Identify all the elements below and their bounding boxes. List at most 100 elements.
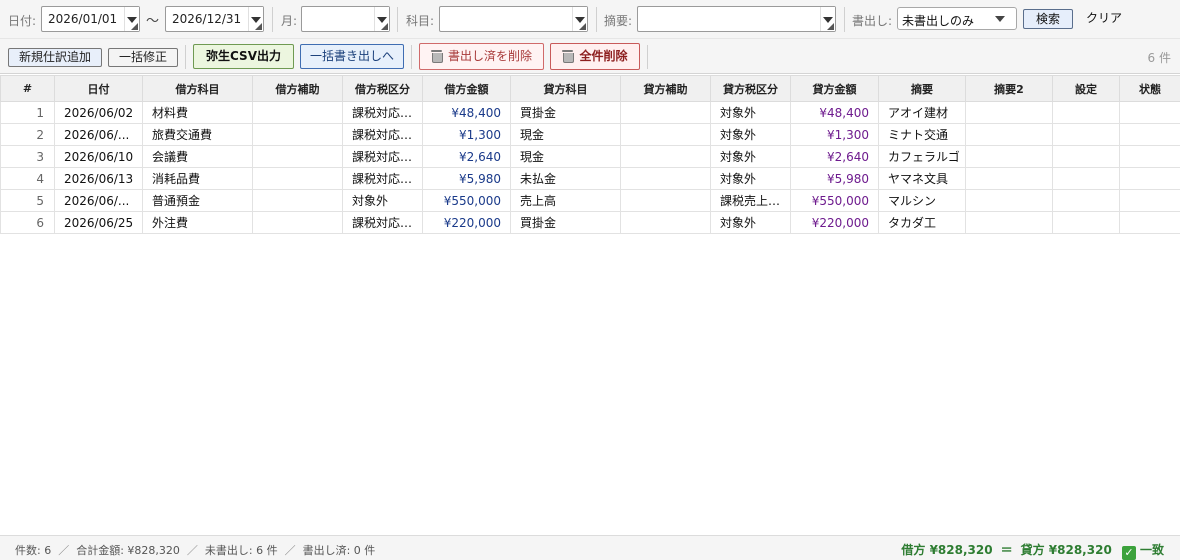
table-cell[interactable]: 1	[0, 101, 55, 124]
date-from-input[interactable]: 2026/01/01	[41, 6, 140, 32]
table-cell[interactable]: 消耗品費	[142, 167, 253, 190]
table-cell[interactable]	[252, 211, 343, 234]
table-cell[interactable]	[965, 101, 1053, 124]
table-row[interactable]: 5 2026/06/... 普通預金 対象外 ¥550,000 売上高 課税売上… ¥550,…	[0, 189, 1180, 212]
column-header[interactable]: 借方税区分	[342, 75, 423, 102]
table-cell[interactable]: 現金	[510, 123, 621, 146]
table-cell[interactable]: ¥5,980	[422, 167, 511, 190]
table-row[interactable]: 2 2026/06/... 旅費交通費 課税対応… ¥1,300 現金 対象外 ¥1,300 ミ…	[0, 123, 1180, 146]
table-cell[interactable]: アオイ建材	[878, 101, 966, 124]
table-cell[interactable]: ¥1,300	[422, 123, 511, 146]
column-header[interactable]: 日付	[54, 75, 143, 102]
table-cell[interactable]	[620, 189, 711, 212]
clear-button[interactable]: クリア	[1079, 9, 1129, 29]
table-cell[interactable]: 2	[0, 123, 55, 146]
table-cell[interactable]	[1052, 189, 1120, 212]
dropdown-icon[interactable]	[374, 7, 389, 31]
table-cell[interactable]: マルシン	[878, 189, 966, 212]
date-to-input[interactable]: 2026/12/31	[165, 6, 264, 32]
column-header[interactable]: 設定	[1052, 75, 1120, 102]
yayoi-csv-export-button[interactable]: 弥生CSV出力	[193, 44, 294, 69]
table-cell[interactable]	[620, 123, 711, 146]
column-header[interactable]: 状態	[1119, 75, 1180, 102]
table-cell[interactable]	[252, 189, 343, 212]
calendar-dropdown-icon[interactable]	[124, 7, 139, 31]
bulk-export-button[interactable]: 一括書き出しへ	[300, 44, 404, 69]
table-cell[interactable]: ¥48,400	[790, 101, 879, 124]
table-cell[interactable]: 4	[0, 167, 55, 190]
account-select[interactable]	[439, 6, 588, 32]
table-cell[interactable]: 買掛金	[510, 211, 621, 234]
table-cell[interactable]: 買掛金	[510, 101, 621, 124]
table-cell[interactable]: 6	[0, 211, 55, 234]
export-status-select[interactable]: 未書出しのみ	[897, 7, 1017, 30]
table-cell[interactable]: カフェラルゴ	[878, 145, 966, 168]
column-header[interactable]: 摘要	[878, 75, 966, 102]
column-header[interactable]: 貸方科目	[510, 75, 621, 102]
table-cell[interactable]	[252, 101, 343, 124]
table-cell[interactable]	[620, 145, 711, 168]
delete-exported-button[interactable]: 書出し済を削除	[419, 43, 544, 70]
table-cell[interactable]	[1119, 211, 1180, 234]
table-cell[interactable]: 課税対応…	[342, 167, 423, 190]
table-cell[interactable]	[965, 211, 1053, 234]
column-header[interactable]: 貸方金額	[790, 75, 879, 102]
table-cell[interactable]: 2026/06/10	[54, 145, 143, 168]
table-cell[interactable]: 対象外	[710, 211, 791, 234]
table-cell[interactable]: 外注費	[142, 211, 253, 234]
table-cell[interactable]	[1052, 211, 1120, 234]
table-cell[interactable]	[965, 189, 1053, 212]
table-cell[interactable]: ヤマネ文具	[878, 167, 966, 190]
table-cell[interactable]	[1119, 167, 1180, 190]
search-button[interactable]: 検索	[1023, 9, 1073, 29]
column-header[interactable]: 借方科目	[142, 75, 253, 102]
table-cell[interactable]: 課税対応…	[342, 101, 423, 124]
table-cell[interactable]: ミナト交通	[878, 123, 966, 146]
table-cell[interactable]	[1119, 145, 1180, 168]
table-cell[interactable]: 売上高	[510, 189, 621, 212]
table-cell[interactable]: 5	[0, 189, 55, 212]
table-cell[interactable]: タカダ工	[878, 211, 966, 234]
table-cell[interactable]: 2026/06/13	[54, 167, 143, 190]
table-cell[interactable]	[1052, 123, 1120, 146]
table-cell[interactable]: 会議費	[142, 145, 253, 168]
memo-select[interactable]	[637, 6, 836, 32]
table-cell[interactable]: 課税対応…	[342, 145, 423, 168]
calendar-dropdown-icon[interactable]	[248, 7, 263, 31]
table-row[interactable]: 4 2026/06/13 消耗品費 課税対応… ¥5,980 未払金 対象外 ¥5,980 ヤマ…	[0, 167, 1180, 190]
bulk-edit-button[interactable]: 一括修正	[108, 48, 178, 67]
column-header[interactable]: #	[0, 75, 55, 102]
table-cell[interactable]	[620, 211, 711, 234]
column-header[interactable]: 摘要2	[965, 75, 1053, 102]
table-cell[interactable]	[1052, 145, 1120, 168]
table-cell[interactable]: 2026/06/...	[54, 123, 143, 146]
table-cell[interactable]: 普通預金	[142, 189, 253, 212]
table-cell[interactable]: 対象外	[710, 123, 791, 146]
column-header[interactable]: 借方金額	[422, 75, 511, 102]
new-entry-button[interactable]: 新規仕訳追加	[8, 48, 102, 67]
table-cell[interactable]: ¥220,000	[790, 211, 879, 234]
table-cell[interactable]: 2026/06/02	[54, 101, 143, 124]
dropdown-icon[interactable]	[572, 7, 587, 31]
table-cell[interactable]	[1119, 123, 1180, 146]
table-cell[interactable]	[1052, 101, 1120, 124]
dropdown-icon[interactable]	[820, 7, 835, 31]
table-cell[interactable]: 2026/06/25	[54, 211, 143, 234]
column-header[interactable]: 貸方補助	[620, 75, 711, 102]
table-cell[interactable]: 未払金	[510, 167, 621, 190]
table-cell[interactable]: ¥550,000	[790, 189, 879, 212]
table-cell[interactable]	[965, 145, 1053, 168]
table-cell[interactable]	[252, 123, 343, 146]
column-header[interactable]: 借方補助	[252, 75, 343, 102]
table-cell[interactable]	[1119, 189, 1180, 212]
table-cell[interactable]: 材料費	[142, 101, 253, 124]
table-cell[interactable]: 2026/06/...	[54, 189, 143, 212]
table-cell[interactable]	[620, 167, 711, 190]
table-cell[interactable]	[965, 167, 1053, 190]
table-cell[interactable]: ¥5,980	[790, 167, 879, 190]
table-cell[interactable]	[965, 123, 1053, 146]
table-cell[interactable]: ¥220,000	[422, 211, 511, 234]
table-cell[interactable]: ¥550,000	[422, 189, 511, 212]
table-cell[interactable]	[1119, 101, 1180, 124]
table-cell[interactable]: 課税対応…	[342, 123, 423, 146]
